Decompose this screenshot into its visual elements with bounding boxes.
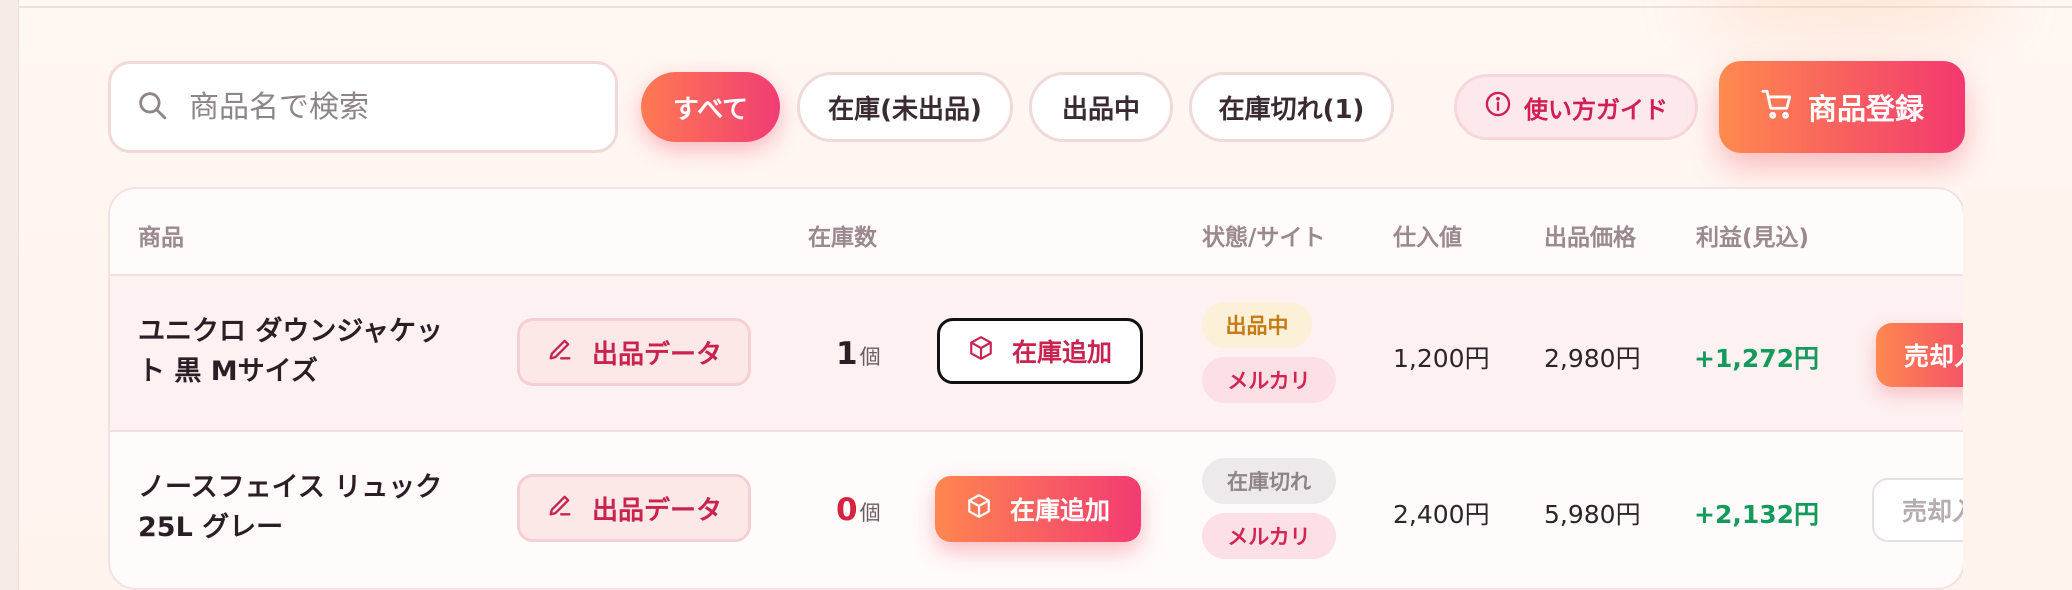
add-stock-label: 在庫追加: [1011, 338, 1112, 367]
product-name: ユニクロ ダウンジャケット 黒 Mサイズ: [138, 316, 444, 387]
add-stock-button[interactable]: 在庫追加: [935, 476, 1141, 542]
guide-label: 使い方ガイド: [1524, 95, 1668, 124]
profit-value: +2,132円: [1694, 500, 1820, 529]
quantity-value: 0: [836, 492, 858, 528]
product-name: ノースフェイス リュック 25L グレー: [138, 472, 443, 543]
add-stock-label: 在庫追加: [1009, 496, 1110, 525]
pencil-icon: [546, 491, 592, 526]
edit-listing-label: 出品データ: [591, 495, 722, 526]
status-badge: 出品中: [1202, 302, 1312, 348]
header-stock: 在庫数: [808, 225, 877, 251]
profit-value: +1,272円: [1694, 344, 1820, 373]
quantity-unit: 個: [859, 501, 881, 525]
cart-icon: [1760, 87, 1808, 128]
stock-quantity: 1個: [836, 336, 881, 372]
price-value: 5,980円: [1544, 500, 1641, 529]
pencil-icon: [546, 335, 592, 370]
guide-button[interactable]: 使い方ガイド: [1454, 74, 1698, 140]
edit-listing-button[interactable]: 出品データ: [517, 318, 751, 386]
site-badge: メルカリ: [1202, 357, 1336, 403]
outer-sidebar-edge: [0, 0, 18, 590]
filter-listed[interactable]: 出品中: [1029, 72, 1173, 142]
quantity-unit: 個: [859, 345, 881, 369]
stock-quantity: 0個: [836, 492, 881, 528]
register-label: 商品登録: [1807, 92, 1924, 126]
search-input[interactable]: [189, 89, 589, 125]
search-box[interactable]: [108, 61, 618, 153]
header-cost: 仕入値: [1393, 225, 1462, 251]
row-divider: [110, 430, 1963, 432]
price-value: 2,980円: [1544, 344, 1641, 373]
quantity-value: 1: [836, 336, 858, 372]
search-icon: [135, 88, 169, 126]
site-badge: メルカリ: [1202, 513, 1336, 559]
cost-value: 2,400円: [1393, 500, 1490, 529]
table-clip-edge: [1963, 187, 2072, 590]
register-product-button[interactable]: 商品登録: [1719, 61, 1965, 153]
status-badge: 在庫切れ: [1202, 458, 1336, 504]
header-price: 出品価格: [1544, 225, 1636, 251]
info-icon: [1484, 90, 1524, 124]
box-icon: [968, 335, 1012, 367]
add-stock-button[interactable]: 在庫追加: [937, 318, 1143, 384]
filter-out-of-stock[interactable]: 在庫切れ(1): [1189, 72, 1394, 142]
cost-value: 1,200円: [1393, 344, 1490, 373]
header-status-site: 状態/サイト: [1202, 225, 1326, 251]
box-icon: [966, 493, 1010, 525]
filter-in-stock-unlisted[interactable]: 在庫(未出品): [797, 72, 1013, 142]
edit-listing-button[interactable]: 出品データ: [517, 474, 751, 542]
edit-listing-label: 出品データ: [591, 339, 722, 370]
filter-all[interactable]: すべて: [641, 72, 780, 142]
header-profit: 利益(見込): [1696, 225, 1810, 251]
header-product: 商品: [138, 225, 184, 251]
